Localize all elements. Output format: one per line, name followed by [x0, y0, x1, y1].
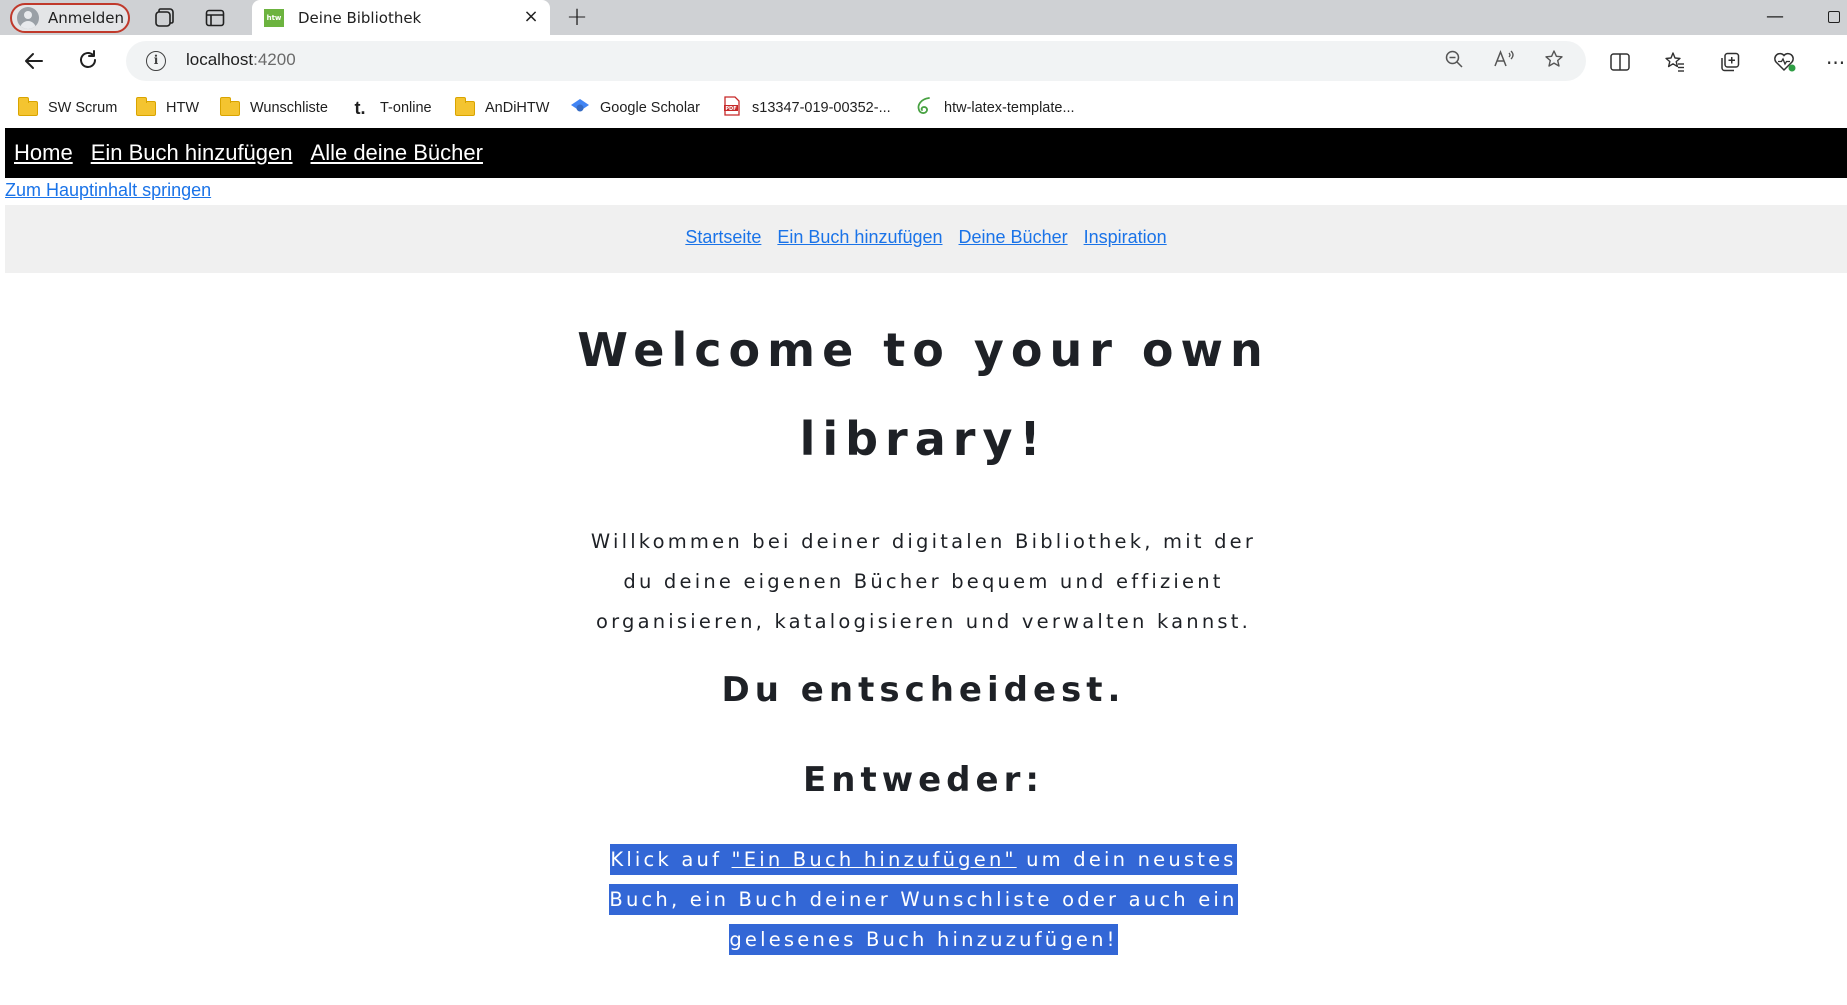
read-aloud-icon[interactable]	[1492, 49, 1516, 73]
folder-icon	[18, 96, 38, 116]
overleaf-icon	[914, 96, 934, 120]
page-title: Welcome to your own library!	[577, 323, 1270, 466]
bookmark-htw[interactable]: HTW	[136, 95, 199, 121]
bookmark-pdf[interactable]: PDF s13347-019-00352-...	[722, 95, 891, 121]
tab-bar: Anmelden htw Deine Bibliothek × + —	[0, 0, 1847, 35]
folder-icon	[136, 96, 156, 116]
maximize-window-icon[interactable]	[1828, 11, 1840, 23]
bookmark-google-scholar[interactable]: Google Scholar	[570, 95, 700, 121]
tab-deine-bibliothek[interactable]: htw Deine Bibliothek ×	[252, 0, 550, 35]
bookmark-andihtw[interactable]: AnDiHTW	[455, 95, 549, 121]
folder-icon	[455, 96, 475, 116]
site-info-icon[interactable]: i	[146, 51, 166, 71]
more-options-icon[interactable]: ···	[1826, 51, 1847, 75]
pdf-icon: PDF	[722, 96, 742, 120]
url-host: localhost	[186, 50, 254, 69]
page-viewport: Home Ein Buch hinzufügen Alle deine Büch…	[0, 127, 1847, 1005]
heading-decide: Du entscheidest.	[721, 670, 1126, 710]
bookmark-label: htw-latex-template...	[944, 100, 1075, 116]
zoom-out-icon[interactable]	[1442, 49, 1466, 73]
browser-essentials-icon[interactable]	[1773, 51, 1797, 75]
tab-title: Deine Bibliothek	[298, 8, 422, 27]
htw-favicon-icon: htw	[264, 8, 284, 27]
browser-toolbar: i localhost:4200 ···	[0, 35, 1847, 89]
split-screen-icon[interactable]	[1608, 51, 1632, 75]
tab-actions-icon[interactable]	[203, 6, 227, 30]
google-scholar-icon	[570, 97, 590, 119]
call-to-action-text: Klick auf "Ein Buch hinzufügen" um dein …	[574, 840, 1274, 960]
cta-prefix: Klick auf	[610, 848, 732, 871]
t-online-icon: t.	[354, 97, 366, 118]
intro-text: Willkommen bei deiner digitalen Biblioth…	[590, 530, 1257, 633]
nav-link-home[interactable]: Home	[14, 140, 73, 166]
new-tab-icon[interactable]: +	[564, 4, 590, 30]
subnav-link-inspiration[interactable]: Inspiration	[1084, 227, 1167, 248]
svg-text:PDF: PDF	[725, 106, 736, 112]
address-bar[interactable]: i localhost:4200	[126, 41, 1586, 81]
profile-label: Anmelden	[48, 9, 125, 27]
bookmark-label: T-online	[380, 100, 432, 116]
avatar-icon	[17, 7, 39, 29]
nav-link-add-book[interactable]: Ein Buch hinzufügen	[91, 140, 293, 166]
secondary-navigation: Startseite Ein Buch hinzufügen Deine Büc…	[5, 205, 1847, 273]
bookmark-t-online[interactable]: t. T-online	[350, 95, 432, 121]
bookmark-wunschliste[interactable]: Wunschliste	[220, 95, 328, 121]
bookmark-label: Google Scholar	[600, 100, 700, 116]
workspaces-icon[interactable]	[152, 6, 176, 30]
subnav-link-add-book[interactable]: Ein Buch hinzufügen	[777, 227, 942, 248]
url-port: :4200	[253, 50, 296, 69]
profile-button[interactable]: Anmelden	[10, 3, 130, 33]
subnav-link-your-books[interactable]: Deine Bücher	[959, 227, 1068, 248]
url-text[interactable]: localhost:4200	[186, 50, 296, 70]
bookmark-htw-latex-template[interactable]: htw-latex-template...	[914, 95, 1075, 121]
nav-link-all-books[interactable]: Alle deine Bücher	[311, 140, 483, 166]
close-tab-icon[interactable]: ×	[522, 8, 540, 26]
back-icon[interactable]	[22, 49, 46, 78]
selected-text: Klick auf "Ein Buch hinzufügen" um dein …	[609, 844, 1238, 955]
bookmark-label: Wunschliste	[250, 100, 328, 116]
bookmarks-bar: SW Scrum HTW Wunschliste t. T-online AnDi…	[0, 89, 1847, 127]
cta-add-book-link[interactable]: "Ein Buch hinzufügen"	[732, 848, 1017, 871]
top-navigation: Home Ein Buch hinzufügen Alle deine Büch…	[5, 128, 1847, 178]
bookmark-label: AnDiHTW	[485, 100, 550, 116]
bookmark-label: HTW	[166, 100, 200, 116]
favorites-icon[interactable]	[1663, 51, 1687, 75]
main-content: Welcome to your own library! Willkommen …	[0, 273, 1847, 960]
collections-icon[interactable]	[1718, 51, 1742, 75]
favorite-star-icon[interactable]	[1542, 49, 1566, 73]
subnav-link-startseite[interactable]: Startseite	[685, 227, 761, 248]
skip-to-main-link[interactable]: Zum Hauptinhalt springen	[5, 180, 211, 201]
bookmark-sw-scrum[interactable]: SW Scrum	[18, 95, 117, 121]
bookmark-label: s13347-019-00352-...	[752, 100, 891, 116]
heading-either: Entweder:	[803, 760, 1044, 800]
reload-icon[interactable]	[76, 48, 100, 77]
minimize-window-icon[interactable]: —	[1765, 6, 1785, 27]
bookmark-label: SW Scrum	[48, 100, 118, 116]
folder-icon	[220, 96, 240, 116]
